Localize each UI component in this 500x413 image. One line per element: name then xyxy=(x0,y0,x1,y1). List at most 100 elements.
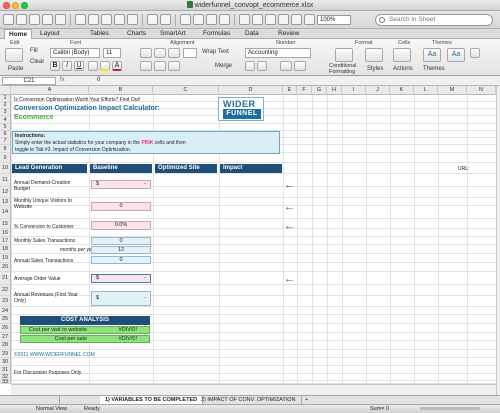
borders-button[interactable] xyxy=(88,61,98,71)
row-header[interactable]: 27 xyxy=(0,333,11,341)
merge-button[interactable]: Merge xyxy=(215,63,232,69)
row-header[interactable]: 23 xyxy=(0,296,11,307)
row-header[interactable]: 10 xyxy=(0,163,11,174)
column-header[interactable]: B xyxy=(89,86,153,95)
discussion-note[interactable]: For Discussion Purposes Only xyxy=(14,370,81,376)
label-annual-transactions[interactable]: Annual Sales Transactions xyxy=(14,258,73,264)
styles-button[interactable] xyxy=(365,48,383,62)
cut-icon[interactable] xyxy=(88,14,99,25)
align-bottom-button[interactable] xyxy=(168,61,180,71)
row-header[interactable]: 24 xyxy=(0,307,11,315)
horizontal-scrollbar[interactable] xyxy=(11,384,496,395)
row-header[interactable]: 13 xyxy=(0,198,11,206)
column-header[interactable]: G xyxy=(312,86,327,95)
align-right-button[interactable] xyxy=(168,48,180,58)
label-pct-conversion[interactable]: % Conversion to Customer xyxy=(14,224,74,230)
paste-icon[interactable] xyxy=(114,14,125,25)
header-impact[interactable]: Impact xyxy=(220,164,282,173)
templates-icon[interactable] xyxy=(16,14,27,25)
column-header[interactable]: M xyxy=(438,86,467,95)
save-icon[interactable] xyxy=(42,14,53,25)
header-baseline[interactable]: Baseline xyxy=(90,164,152,173)
row-header[interactable]: 6 xyxy=(0,131,11,138)
column-header[interactable]: H xyxy=(327,86,342,95)
status-sum[interactable]: Sum= 0 xyxy=(370,405,389,413)
chart-icon[interactable] xyxy=(304,14,315,25)
tab-layout[interactable]: Layout xyxy=(40,29,60,39)
search-sheet-input[interactable]: Search in Sheet xyxy=(375,14,493,26)
tab-data[interactable]: Data xyxy=(245,29,259,39)
row-header[interactable]: 21 xyxy=(0,272,11,285)
name-box[interactable]: C21 xyxy=(2,77,56,85)
zoom-slider[interactable] xyxy=(420,407,480,410)
instructions-box[interactable]: Instructions: Simply enter the actual st… xyxy=(12,131,280,154)
column-header[interactable]: F xyxy=(297,86,312,95)
font-name-select[interactable]: Calibri (Body) xyxy=(50,48,100,58)
formula-input[interactable]: 0 xyxy=(97,77,100,83)
header-optimized-site[interactable]: Optimized Site xyxy=(155,164,217,173)
label-average-order-value[interactable]: Average Order Value xyxy=(14,276,61,282)
row-header[interactable]: 9 xyxy=(0,153,11,163)
column-header[interactable]: A xyxy=(11,86,89,95)
tab-formulas[interactable]: Formulas xyxy=(203,29,230,39)
header-lead-generation[interactable]: Lead Generation xyxy=(12,164,87,173)
wrap-text-button[interactable]: Wrap Text xyxy=(202,49,229,55)
row-header[interactable]: 22 xyxy=(0,285,11,296)
input-monthly-visitors[interactable]: 0 xyxy=(91,202,151,211)
row-header[interactable]: 30 xyxy=(0,358,11,366)
currency-button[interactable] xyxy=(245,61,255,71)
row-header[interactable]: 15 xyxy=(0,219,11,229)
row-header[interactable]: 17 xyxy=(0,237,11,245)
cost-per-visit-row[interactable]: Cost per visit to website #DIV/0! xyxy=(20,326,150,334)
label-monthly-visitors[interactable]: Monthly Unique Visitors to Website xyxy=(14,198,86,210)
column-header[interactable]: N xyxy=(467,86,496,95)
row-header[interactable]: 25 xyxy=(0,315,11,324)
row-header[interactable]: 33 xyxy=(0,379,11,385)
percent-button[interactable] xyxy=(257,61,267,71)
print-icon[interactable] xyxy=(55,14,66,25)
value-annual-revenues[interactable]: $ - xyxy=(91,291,151,306)
row-header[interactable]: 14 xyxy=(0,206,11,219)
column-header[interactable]: E xyxy=(283,86,297,95)
column-header[interactable]: C xyxy=(153,86,219,95)
underline-button[interactable]: U xyxy=(74,61,84,71)
decrease-decimal-button[interactable] xyxy=(280,61,292,71)
undo-icon[interactable] xyxy=(147,14,158,25)
row-header[interactable]: 8 xyxy=(0,145,11,153)
import-icon[interactable] xyxy=(75,14,86,25)
italic-button[interactable]: I xyxy=(62,61,72,71)
theme-colors-button[interactable] xyxy=(470,48,480,58)
row-header[interactable]: 28 xyxy=(0,341,11,350)
paste-button[interactable] xyxy=(5,48,23,62)
row-header[interactable]: 2 xyxy=(0,102,11,109)
url-label[interactable]: URL: xyxy=(458,166,469,172)
row-header[interactable]: 12 xyxy=(0,187,11,198)
row-header[interactable]: 1 xyxy=(0,95,11,102)
select-all-corner[interactable] xyxy=(0,86,11,95)
text-orientation-select[interactable] xyxy=(183,48,197,58)
gallery-icon[interactable] xyxy=(239,14,250,25)
fill-color-button[interactable] xyxy=(100,61,110,71)
value-monthly-transactions[interactable]: 0 xyxy=(91,237,151,245)
input-annual-demand[interactable]: $ - xyxy=(91,180,151,189)
increase-decimal-button[interactable] xyxy=(294,61,306,71)
new-icon[interactable] xyxy=(3,14,14,25)
row-header[interactable]: 19 xyxy=(0,254,11,263)
zoom-select[interactable]: 100% xyxy=(317,15,351,25)
align-left-button[interactable] xyxy=(140,48,152,58)
number-format-select[interactable]: Accounting xyxy=(245,48,311,58)
tab-tables[interactable]: Tables xyxy=(90,29,109,39)
actions-button[interactable] xyxy=(393,48,411,62)
open-icon[interactable] xyxy=(29,14,40,25)
value-annual-transactions[interactable]: 0 xyxy=(91,256,151,264)
fill-button[interactable]: Fill xyxy=(30,48,38,54)
toolbox-icon[interactable] xyxy=(252,14,263,25)
tab-smartart[interactable]: SmartArt xyxy=(160,29,186,39)
cost-analysis-header[interactable]: COST ANALYSIS xyxy=(20,316,150,325)
theme-fonts-button[interactable]: Aa xyxy=(447,48,465,62)
column-header[interactable]: D xyxy=(219,86,283,95)
calculator-title[interactable]: Conversion Optimization Impact Calculato… xyxy=(14,105,160,113)
column-header[interactable]: I xyxy=(342,86,366,95)
bold-button[interactable]: B xyxy=(50,61,60,71)
row-header[interactable]: 4 xyxy=(0,116,11,124)
